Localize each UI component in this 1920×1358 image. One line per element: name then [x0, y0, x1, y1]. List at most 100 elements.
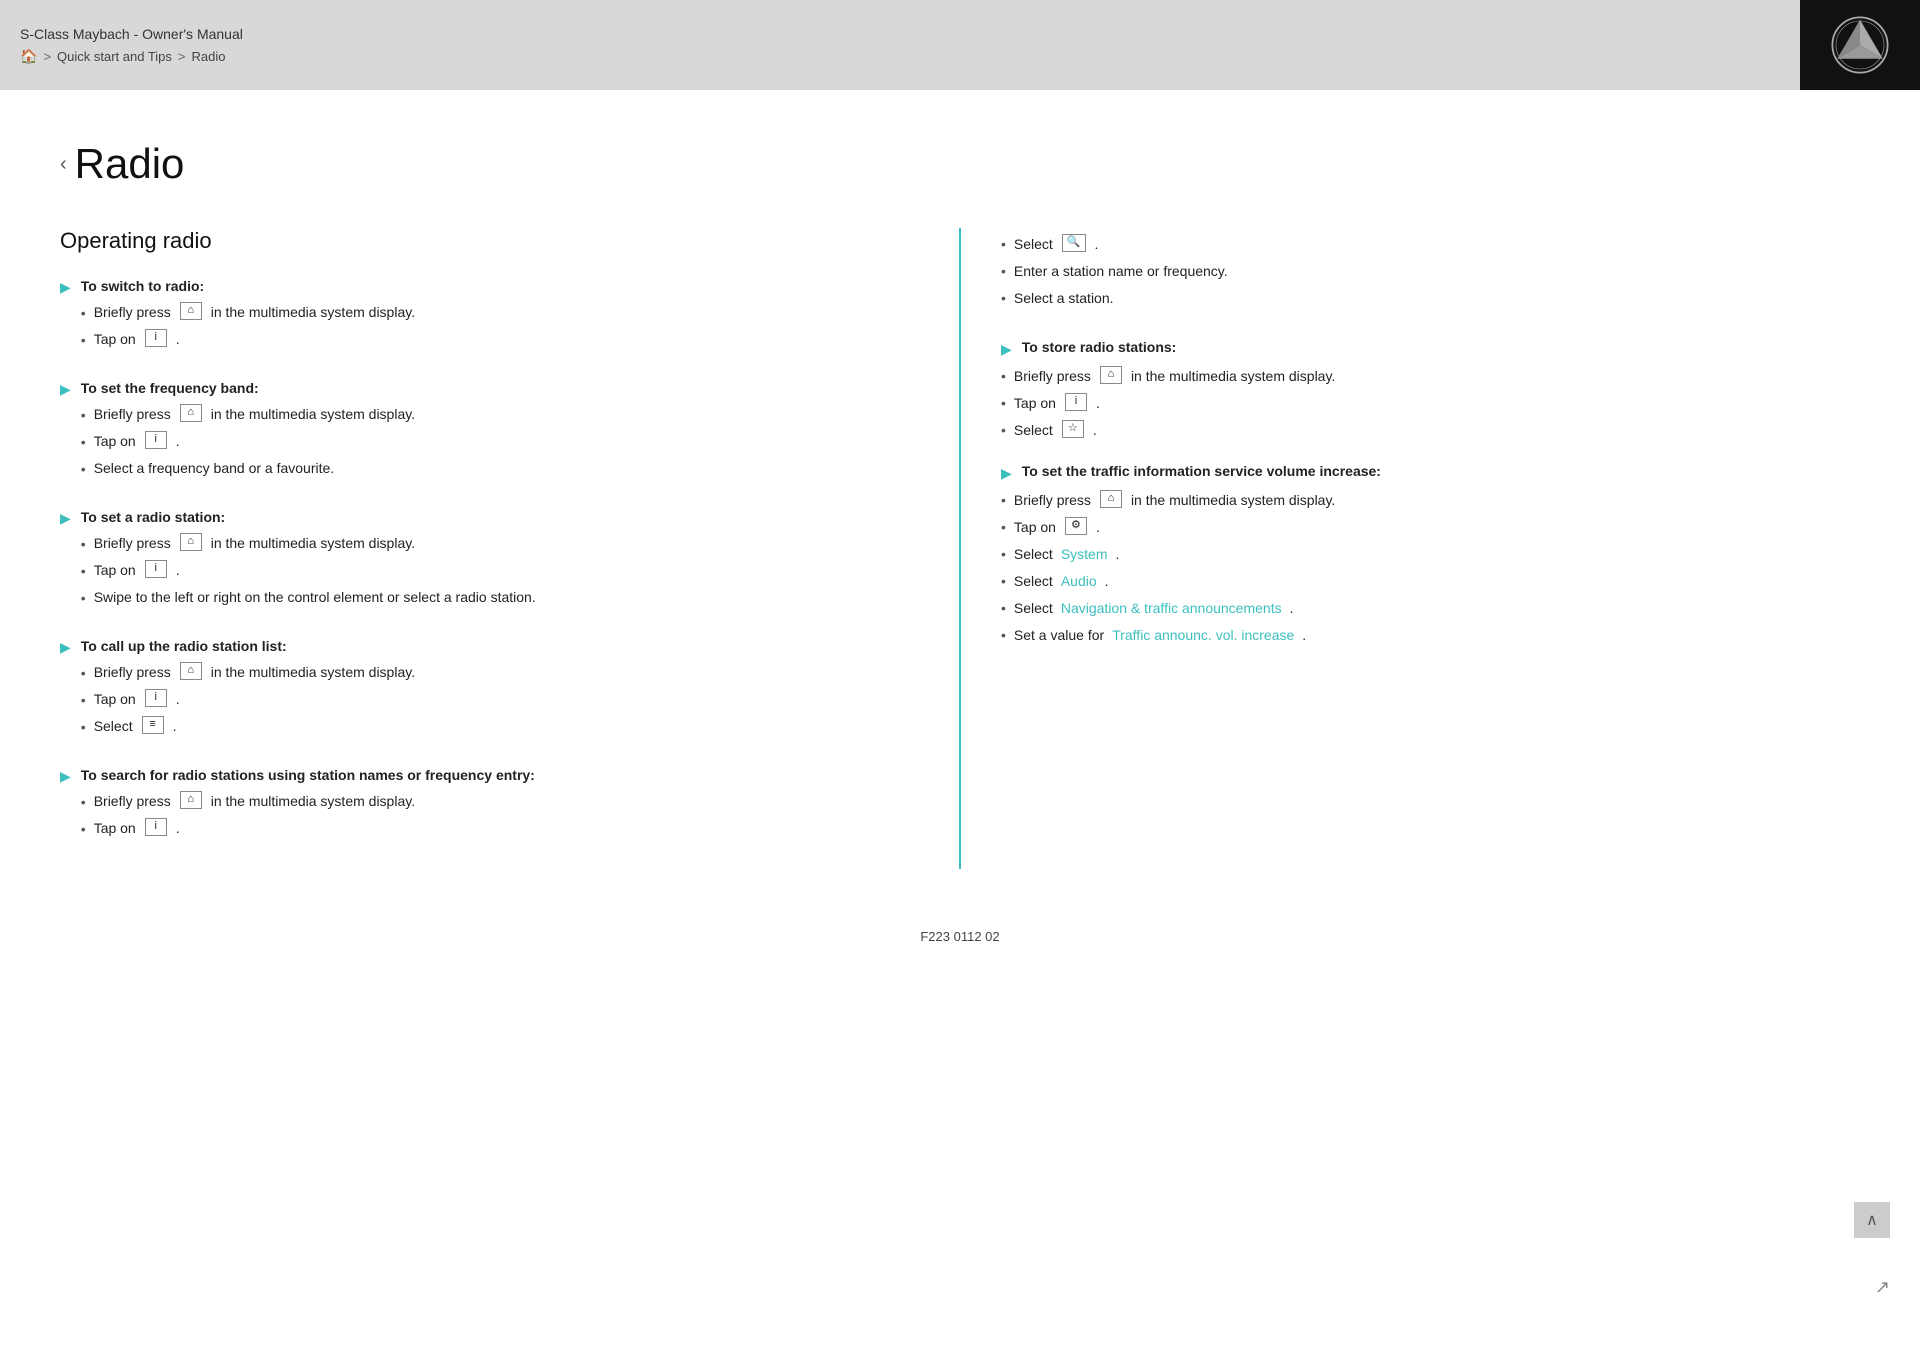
system-link[interactable]: System: [1061, 544, 1108, 565]
step-search-stations: ▶ To search for radio stations using sta…: [60, 767, 919, 845]
step-heading: To search for radio stations using stati…: [81, 767, 919, 783]
step-arrow-icon: ▶: [1001, 465, 1012, 482]
step-heading: To set a radio station:: [81, 509, 919, 525]
right-step-heading-row: ▶ To set the traffic information service…: [1001, 463, 1860, 482]
list-item: Tap on i.: [81, 329, 919, 351]
step-frequency-band: ▶ To set the frequency band: Briefly pre…: [60, 380, 919, 485]
step-content: To call up the radio station list: Brief…: [81, 638, 919, 743]
list-item: Tap on i.: [81, 818, 919, 840]
list-item: Select Audio.: [1001, 571, 1860, 592]
step-heading: To set the frequency band:: [81, 380, 919, 396]
list-item: Tap on i.: [81, 689, 919, 711]
list-item: Tap on ⚙.: [1001, 517, 1860, 538]
home-button-icon: ⌂: [1100, 366, 1122, 384]
scroll-to-top-button[interactable]: ∧: [1854, 1202, 1890, 1238]
list-item: Select a station.: [1001, 288, 1860, 309]
list-item: Briefly press ⌂ in the multimedia system…: [81, 791, 919, 813]
list-item: Select 🔍.: [1001, 234, 1860, 255]
step-list: Briefly press ⌂ in the multimedia system…: [1001, 490, 1860, 646]
list-item: Select System.: [1001, 544, 1860, 565]
step-list: Briefly press ⌂ in the multimedia system…: [81, 791, 919, 840]
navigation-traffic-link[interactable]: Navigation & traffic announcements: [1061, 598, 1282, 619]
list-item: Briefly press ⌂ in the multimedia system…: [81, 404, 919, 426]
step-arrow-icon: ▶: [60, 768, 71, 845]
left-column: Operating radio ▶ To switch to radio: Br…: [60, 228, 961, 869]
step-heading: To call up the radio station list:: [81, 638, 919, 654]
step-content: To set the frequency band: Briefly press…: [81, 380, 919, 485]
list-button-icon: ≡: [142, 716, 164, 734]
page-title: Radio: [75, 140, 185, 188]
content-columns: Operating radio ▶ To switch to radio: Br…: [60, 228, 1860, 869]
search-button-icon: 🔍: [1062, 234, 1086, 252]
step-list: Briefly press ⌂ in the multimedia system…: [81, 662, 919, 738]
step-content: To switch to radio: Briefly press ⌂ in t…: [81, 278, 919, 356]
list-item: Select ≡.: [81, 716, 919, 738]
step-arrow-icon: ▶: [60, 279, 71, 356]
mercedes-logo-area: [1800, 0, 1920, 90]
header: S-Class Maybach - Owner's Manual 🏠 > Qui…: [0, 0, 1920, 90]
list-item: Set a value for Traffic announc. vol. in…: [1001, 625, 1860, 646]
right-step-heading-row: ▶ To store radio stations:: [1001, 339, 1860, 358]
section-title: Operating radio: [60, 228, 919, 254]
gear-button-icon: ⚙: [1065, 517, 1087, 535]
step-arrow-icon: ▶: [60, 510, 71, 614]
breadcrumb-sep-2: >: [178, 49, 186, 64]
i-button-icon: i: [1065, 393, 1087, 411]
traffic-vol-link[interactable]: Traffic announc. vol. increase: [1112, 625, 1294, 646]
header-left: S-Class Maybach - Owner's Manual 🏠 > Qui…: [20, 26, 243, 65]
page-title-row: ‹ Radio: [60, 140, 1860, 188]
mercedes-logo-icon: [1830, 15, 1890, 75]
step-store-stations: ▶ To store radio stations: Briefly press…: [1001, 339, 1860, 441]
list-item: Select Navigation & traffic announcement…: [1001, 598, 1860, 619]
home-button-icon: ⌂: [180, 302, 202, 320]
step-list: Briefly press ⌂ in the multimedia system…: [81, 302, 919, 351]
right-column: Select 🔍. Enter a station name or freque…: [961, 228, 1860, 869]
breadcrumb-item-1[interactable]: Quick start and Tips: [57, 49, 172, 64]
i-button-icon: i: [145, 431, 167, 449]
star-button-icon: ☆: [1062, 420, 1084, 438]
list-item: Briefly press ⌂ in the multimedia system…: [1001, 490, 1860, 511]
home-button-icon: ⌂: [1100, 490, 1122, 508]
home-button-icon: ⌂: [180, 533, 202, 551]
home-button-icon: ⌂: [180, 404, 202, 422]
audio-link[interactable]: Audio: [1061, 571, 1097, 592]
home-button-icon: ⌂: [180, 791, 202, 809]
footer-reference: F223 0112 02: [60, 889, 1860, 944]
list-item: Tap on i.: [1001, 393, 1860, 414]
breadcrumb-item-2: Radio: [192, 49, 226, 64]
i-button-icon: i: [145, 329, 167, 347]
i-button-icon: i: [145, 818, 167, 836]
list-item: Briefly press ⌂ in the multimedia system…: [81, 302, 919, 324]
list-item: Select a frequency band or a favourite.: [81, 458, 919, 480]
i-button-icon: i: [145, 689, 167, 707]
breadcrumb: 🏠 > Quick start and Tips > Radio: [20, 48, 243, 65]
step-heading: To switch to radio:: [81, 278, 919, 294]
step-arrow-icon: ▶: [60, 639, 71, 743]
step-content: To search for radio stations using stati…: [81, 767, 919, 845]
right-top-bullets: Select 🔍. Enter a station name or freque…: [1001, 234, 1860, 309]
main-content: ‹ Radio Operating radio ▶ To switch to r…: [0, 90, 1920, 1358]
step-list: Briefly press ⌂ in the multimedia system…: [81, 533, 919, 609]
step-list: Briefly press ⌂ in the multimedia system…: [81, 404, 919, 480]
step-heading: To store radio stations:: [1022, 339, 1177, 355]
list-item: Swipe to the left or right on the contro…: [81, 587, 919, 609]
step-arrow-icon: ▶: [1001, 341, 1012, 358]
step-switch-to-radio: ▶ To switch to radio: Briefly press ⌂ in…: [60, 278, 919, 356]
breadcrumb-sep-1: >: [43, 49, 51, 64]
header-title: S-Class Maybach - Owner's Manual: [20, 26, 243, 42]
home-button-icon: ⌂: [180, 662, 202, 680]
home-icon[interactable]: 🏠: [20, 48, 37, 65]
i-button-icon: i: [145, 560, 167, 578]
step-list: Briefly press ⌂ in the multimedia system…: [1001, 366, 1860, 441]
navigation-icon: ↗: [1875, 1277, 1890, 1298]
back-arrow-button[interactable]: ‹: [60, 153, 67, 176]
step-set-radio-station: ▶ To set a radio station: Briefly press …: [60, 509, 919, 614]
step-traffic-info: ▶ To set the traffic information service…: [1001, 463, 1860, 646]
list-item: Briefly press ⌂ in the multimedia system…: [81, 533, 919, 555]
step-arrow-icon: ▶: [60, 381, 71, 485]
list-item: Tap on i.: [81, 560, 919, 582]
list-item: Tap on i.: [81, 431, 919, 453]
list-item: Select ☆.: [1001, 420, 1860, 441]
list-item: Enter a station name or frequency.: [1001, 261, 1860, 282]
list-item: Briefly press ⌂ in the multimedia system…: [81, 662, 919, 684]
